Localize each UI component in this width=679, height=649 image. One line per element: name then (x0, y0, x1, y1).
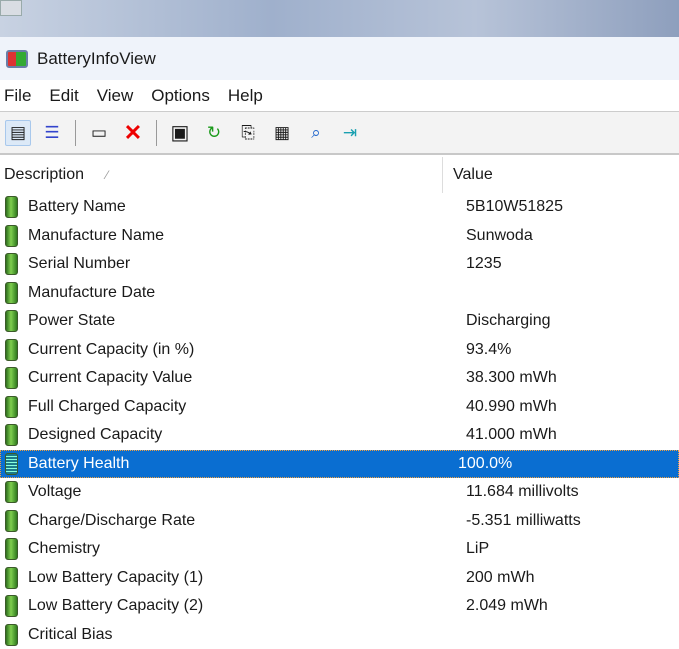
table-row[interactable]: Designed Capacity41.000 mWh (0, 421, 679, 450)
battery-icon (5, 282, 18, 304)
row-description: Chemistry (28, 540, 456, 558)
row-value: Discharging (456, 312, 550, 330)
menu-edit[interactable]: Edit (45, 86, 78, 106)
toolbar: ▤ ☰ ▭ ✕ ▣ ↻ ⎘ ▦ ⌕ ⇥ (0, 112, 679, 155)
desktop-icon (0, 0, 22, 16)
properties-icon[interactable]: ▦ (269, 120, 295, 146)
row-description: Low Battery Capacity (2) (28, 597, 456, 615)
find-icon[interactable]: ⌕ (303, 120, 329, 146)
battery-icon (5, 424, 18, 446)
table-row[interactable]: Battery Health100.0% (0, 450, 679, 479)
title-bar: BatteryInfoView (0, 37, 679, 80)
row-value: Sunwoda (456, 227, 533, 245)
battery-icon (5, 567, 18, 589)
row-value: LiP (456, 540, 489, 558)
html-report-icon[interactable]: ▤ (5, 120, 31, 146)
row-value: 200 mWh (456, 569, 534, 587)
table-row[interactable]: Critical Bias (0, 621, 679, 649)
battery-icon (5, 538, 18, 560)
row-description: Charge/Discharge Rate (28, 512, 456, 530)
battery-icon (5, 225, 18, 247)
window-title: BatteryInfoView (37, 49, 156, 69)
battery-icon (5, 367, 18, 389)
row-value: 41.000 mWh (456, 426, 557, 444)
battery-icon (5, 624, 18, 646)
table-row[interactable]: Low Battery Capacity (2)2.049 mWh (0, 592, 679, 621)
row-value: 40.990 mWh (456, 398, 557, 416)
table-row[interactable]: Current Capacity Value38.300 mWh (0, 364, 679, 393)
table-row[interactable]: Charge/Discharge Rate-5.351 milliwatts (0, 507, 679, 536)
table-row[interactable]: Low Battery Capacity (1)200 mWh (0, 564, 679, 593)
row-description: Current Capacity Value (28, 369, 456, 387)
battery-app-icon (6, 50, 28, 68)
exit-icon[interactable]: ⇥ (337, 120, 363, 146)
menu-help[interactable]: Help (224, 86, 263, 106)
row-value: 5B10W51825 (456, 198, 563, 216)
row-description: Manufacture Name (28, 227, 456, 245)
toolbar-separator (75, 120, 76, 146)
table-row[interactable]: ChemistryLiP (0, 535, 679, 564)
battery-icon (5, 196, 18, 218)
battery-icon (5, 453, 18, 475)
row-value: 11.684 millivolts (456, 483, 579, 501)
row-value: 2.049 mWh (456, 597, 548, 615)
row-description: Full Charged Capacity (28, 398, 456, 416)
window-icon[interactable]: ▭ (86, 120, 112, 146)
table-row[interactable]: Voltage11.684 millivolts (0, 478, 679, 507)
delete-icon[interactable]: ✕ (120, 120, 146, 146)
row-description: Current Capacity (in %) (28, 341, 456, 359)
row-value: 1235 (456, 255, 502, 273)
table-row[interactable]: Power StateDischarging (0, 307, 679, 336)
table-row[interactable]: Battery Name5B10W51825 (0, 193, 679, 222)
row-value: 100.0% (448, 455, 512, 473)
sort-indicator-icon: ⁄ (106, 168, 108, 182)
column-description[interactable]: Description ⁄ (0, 157, 443, 193)
row-description: Voltage (28, 483, 456, 501)
toolbar-separator (156, 120, 157, 146)
row-value: -5.351 milliwatts (456, 512, 581, 530)
row-description: Critical Bias (28, 626, 456, 644)
table-row[interactable]: Serial Number 1235 (0, 250, 679, 279)
column-value[interactable]: Value (443, 166, 493, 184)
battery-icon (5, 396, 18, 418)
row-description: Battery Name (28, 198, 456, 216)
battery-icon (5, 595, 18, 617)
row-description: Battery Health (20, 455, 448, 473)
row-description: Low Battery Capacity (1) (28, 569, 456, 587)
list-header: Description ⁄ Value (0, 157, 679, 193)
table-row[interactable]: Manufacture Date (0, 279, 679, 308)
menu-file[interactable]: File (0, 86, 31, 106)
row-value: 38.300 mWh (456, 369, 557, 387)
column-description-label: Description (4, 166, 84, 184)
clipboard-list-icon[interactable]: ☰ (39, 120, 65, 146)
battery-icon (5, 310, 18, 332)
properties-list: Battery Name5B10W51825Manufacture NameSu… (0, 193, 679, 649)
refresh-icon[interactable]: ↻ (201, 120, 227, 146)
row-description: Designed Capacity (28, 426, 456, 444)
menu-options[interactable]: Options (147, 86, 210, 106)
row-description: Serial Number (28, 255, 456, 273)
battery-icon (5, 481, 18, 503)
save-icon[interactable]: ▣ (167, 120, 193, 146)
battery-icon (5, 339, 18, 361)
table-row[interactable]: Manufacture NameSunwoda (0, 222, 679, 251)
row-description: Power State (28, 312, 456, 330)
menu-bar: File Edit View Options Help (0, 80, 679, 112)
row-value: 93.4% (456, 341, 511, 359)
battery-icon (5, 253, 18, 275)
table-row[interactable]: Current Capacity (in %)93.4% (0, 336, 679, 365)
row-description: Manufacture Date (28, 284, 456, 302)
battery-icon (5, 510, 18, 532)
desktop-background (0, 0, 679, 37)
copy-icon[interactable]: ⎘ (235, 120, 261, 146)
menu-view[interactable]: View (93, 86, 134, 106)
table-row[interactable]: Full Charged Capacity40.990 mWh (0, 393, 679, 422)
